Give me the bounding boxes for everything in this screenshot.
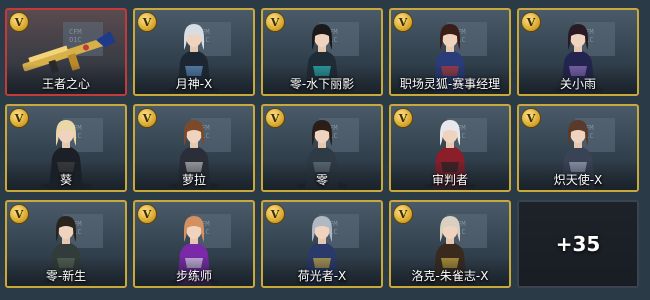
skin-name: 零-水下丽影 — [289, 77, 355, 91]
skin-name: 炽天使-X — [553, 173, 603, 187]
skin-card[interactable]: CFM O1CV零-新生 — [5, 200, 127, 288]
skin-grid: CFM O1CV王者之心CFM O1CV月神-XCFM O1CV零-水下丽影CF… — [0, 0, 650, 300]
skin-name: 萝拉 — [181, 173, 206, 187]
more-overlay: +35 — [519, 202, 637, 286]
v-rank-icon: V — [394, 109, 412, 127]
skin-name: 月神-X — [175, 77, 213, 91]
skin-card[interactable]: CFM O1CV萝拉 — [133, 104, 255, 192]
skin-card[interactable]: CFM O1CV步练师 — [133, 200, 255, 288]
v-rank-icon: V — [266, 109, 284, 127]
v-rank-icon: V — [138, 205, 156, 223]
skin-card[interactable]: CFM O1CV炽天使-X — [517, 104, 639, 192]
skin-card[interactable]: CFM O1CV月神-X — [133, 8, 255, 96]
v-rank-icon: V — [394, 13, 412, 31]
skin-card[interactable]: CFM O1CV荷光者-X — [261, 200, 383, 288]
v-rank-icon: V — [522, 13, 540, 31]
skin-name: 步练师 — [175, 269, 212, 283]
skin-name: 葵 — [59, 173, 72, 187]
skin-card[interactable]: CFM O1CV葵 — [5, 104, 127, 192]
skin-card[interactable]: CFM O1CV关小雨 — [517, 8, 639, 96]
v-rank-icon: V — [266, 13, 284, 31]
v-rank-icon: V — [266, 205, 284, 223]
skin-name: 零 — [315, 173, 328, 187]
more-count: +35 — [555, 232, 601, 256]
skin-card[interactable]: CFM O1CV职场灵狐-赛事经理 — [389, 8, 511, 96]
v-rank-icon: V — [394, 205, 412, 223]
skin-card[interactable]: CFM O1CV零-水下丽影 — [261, 8, 383, 96]
v-rank-icon: V — [138, 13, 156, 31]
v-rank-icon: V — [138, 109, 156, 127]
skin-card[interactable]: CFM O1CV洛克-朱雀志-X — [389, 200, 511, 288]
skin-name: 洛克-朱雀志-X — [411, 269, 489, 283]
skin-card[interactable]: CFM O1CV审判者 — [389, 104, 511, 192]
v-rank-icon: V — [10, 13, 28, 31]
v-rank-icon: V — [522, 109, 540, 127]
skin-name: 王者之心 — [41, 77, 90, 91]
skin-name: 审判者 — [431, 173, 468, 187]
more-skins-button[interactable]: +35 — [517, 200, 639, 288]
skin-name: 荷光者-X — [297, 269, 347, 283]
skin-card[interactable]: CFM O1CV零 — [261, 104, 383, 192]
v-rank-icon: V — [10, 205, 28, 223]
skin-name: 零-新生 — [45, 269, 87, 283]
skin-name: 职场灵狐-赛事经理 — [399, 77, 501, 91]
v-rank-icon: V — [10, 109, 28, 127]
skin-name: 关小雨 — [559, 77, 596, 91]
skin-card[interactable]: CFM O1C V 王者之心 — [5, 8, 127, 96]
